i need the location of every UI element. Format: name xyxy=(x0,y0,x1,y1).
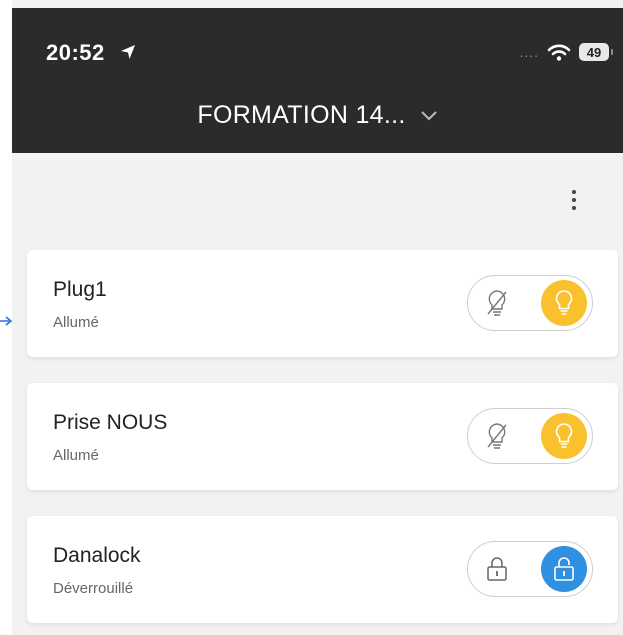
menu-dot xyxy=(572,206,576,210)
battery-level: 49 xyxy=(586,44,602,60)
page-title: FORMATION 14... xyxy=(197,101,406,129)
more-vertical-icon[interactable] xyxy=(564,184,584,216)
pointer-arrow-icon xyxy=(0,316,12,326)
bulb-icon[interactable] xyxy=(541,280,587,326)
status-time: 20:52 xyxy=(46,40,105,65)
location-selector[interactable]: FORMATION 14... xyxy=(12,101,623,130)
location-arrow-icon xyxy=(121,45,135,59)
device-card-danalock[interactable]: Danalock Déverrouillé xyxy=(27,516,618,623)
menu-dot xyxy=(572,190,576,194)
device-name: Prise NOUS xyxy=(53,411,168,434)
app-screen: 20:52 .... 49 FORMATION 14... Plug1 Allu… xyxy=(12,0,623,635)
wifi-icon xyxy=(547,44,571,61)
lock-icon[interactable] xyxy=(478,550,516,588)
status-indicators: .... 49 xyxy=(519,40,613,64)
device-name: Danalock xyxy=(53,544,141,567)
menu-dot xyxy=(572,198,576,202)
device-state: Allumé xyxy=(53,447,99,464)
device-name: Plug1 xyxy=(53,278,107,301)
device-state: Allumé xyxy=(53,314,99,331)
bulb-off-icon[interactable] xyxy=(478,284,516,322)
device-card-plug1[interactable]: Plug1 Allumé xyxy=(27,250,618,357)
battery-indicator: 49 xyxy=(579,43,613,61)
bulb-off-icon[interactable] xyxy=(478,417,516,455)
chevron-down-icon xyxy=(420,110,437,120)
device-toggle[interactable] xyxy=(467,408,593,464)
cellular-signal: .... xyxy=(519,44,539,60)
header-bar: 20:52 .... 49 FORMATION 14... xyxy=(12,8,623,153)
unlock-icon[interactable] xyxy=(541,546,587,592)
device-toggle[interactable] xyxy=(467,275,593,331)
device-card-prise-nous[interactable]: Prise NOUS Allumé xyxy=(27,383,618,490)
device-state: Déverrouillé xyxy=(53,580,134,597)
device-toggle[interactable] xyxy=(467,541,593,597)
bulb-icon[interactable] xyxy=(541,413,587,459)
